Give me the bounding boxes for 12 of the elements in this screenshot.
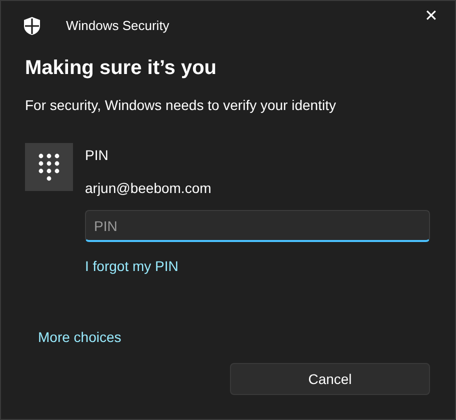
credential-method: PIN: [85, 146, 108, 165]
window-title: Windows Security: [66, 17, 170, 36]
pin-field[interactable]: PIN: [85, 210, 430, 242]
forgot-pin-link[interactable]: I forgot my PIN: [85, 256, 178, 277]
more-choices-link[interactable]: More choices: [38, 327, 122, 348]
dialog-heading: Making sure it’s you: [25, 56, 217, 81]
dialog-subtitle: For security, Windows needs to verify your identity: [25, 96, 336, 115]
shield-icon: [23, 16, 41, 36]
account-email: arjun@beebom.com: [85, 179, 212, 198]
keypad-icon: [25, 143, 73, 191]
cancel-button[interactable]: Cancel: [230, 363, 430, 395]
close-button[interactable]: ✕: [417, 3, 445, 31]
